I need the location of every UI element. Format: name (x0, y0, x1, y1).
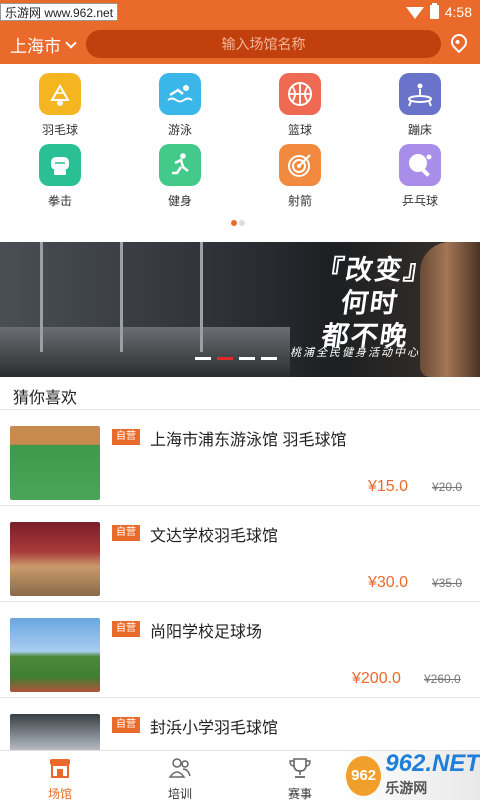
badminton-icon (39, 73, 81, 115)
site-watermark: 962 962.NET 乐游网 (342, 751, 480, 800)
category-label: 乒乓球 (401, 194, 438, 208)
training-icon (168, 758, 191, 778)
category-label: 射箭 (287, 194, 312, 208)
venue-price: ¥200.0 (352, 670, 401, 687)
category-label: 篮球 (287, 123, 312, 137)
top-bar: 上海市 输入场馆名称 (0, 24, 480, 64)
venue-price: ¥15.0 (368, 478, 409, 495)
venue-item[interactable]: 自营 上海市浦东游泳馆 羽毛球馆 ¥15.0 ¥20.0 (0, 410, 480, 506)
boxing-icon (39, 144, 81, 186)
category-archery[interactable]: 射箭 (240, 144, 360, 209)
watermark-logo: 962 (346, 755, 382, 796)
banner-dot (195, 357, 211, 360)
venue-thumbnail (10, 618, 100, 692)
basketball-icon (279, 73, 321, 115)
watermark-label: 乐游网 www.962.net (0, 3, 119, 21)
gym-pillar (40, 242, 43, 352)
category-label: 拳击 (47, 194, 72, 208)
tab-training[interactable]: 培训 (120, 751, 240, 800)
banner-title: 『改变』 何时 都不晚 (314, 255, 435, 352)
search-input[interactable]: 输入场馆名称 (86, 30, 441, 58)
tab-label: 场馆 (47, 787, 72, 800)
page-dot (239, 220, 245, 226)
battery-icon (429, 3, 439, 19)
category-boxing[interactable]: 拳击 (0, 144, 120, 209)
page-indicator (231, 220, 245, 226)
venue-icon (50, 759, 70, 778)
banner-dot (217, 357, 233, 360)
venue-price: ¥30.0 (368, 574, 409, 591)
venue-name: 上海市浦东游泳馆 羽毛球馆 (150, 432, 347, 449)
banner-subtitle: 桃浦全民健身活动中心 (290, 347, 420, 359)
self-operated-badge: 自营 (112, 717, 140, 733)
venue-item[interactable]: 自营 文达学校羽毛球馆 ¥30.0 ¥35.0 (0, 506, 480, 602)
category-table-tennis[interactable]: 乒乓球 (360, 144, 480, 209)
location-pin-icon[interactable] (447, 30, 471, 54)
chevron-down-icon (65, 36, 77, 49)
venue-name: 文达学校羽毛球馆 (150, 528, 279, 545)
status-icons: 4:58 (405, 0, 472, 24)
trophy-icon (289, 758, 311, 778)
category-label: 游泳 (167, 123, 192, 137)
venue-original-price: ¥260.0 (424, 672, 461, 686)
category-trampoline[interactable]: 蹦床 (360, 73, 480, 138)
gym-pillar (200, 242, 203, 352)
banner-dot (261, 357, 277, 360)
category-label: 健身 (167, 194, 192, 208)
category-label: 蹦床 (407, 123, 432, 137)
banner-dot (239, 357, 255, 360)
self-operated-badge: 自营 (112, 621, 140, 637)
venue-thumbnail (10, 426, 100, 500)
self-operated-badge: 自营 (112, 525, 140, 541)
watermark-text: 962.NET 乐游网 (385, 749, 480, 796)
venue-original-price: ¥20.0 (432, 480, 463, 494)
gym-pillar (120, 242, 123, 352)
venue-item[interactable]: 自营 尚阳学校足球场 ¥200.0 ¥260.0 (0, 602, 480, 698)
wifi-icon (405, 7, 424, 19)
status-bar: 乐游网 www.962.net 4:58 (0, 0, 480, 24)
trampoline-icon (399, 73, 441, 115)
category-label: 羽毛球 (41, 123, 78, 137)
swimming-icon (159, 73, 201, 115)
venue-original-price: ¥35.0 (432, 576, 463, 590)
city-label: 上海市 (10, 37, 61, 56)
gym-floor-graphic (0, 327, 290, 377)
venue-thumbnail (10, 714, 100, 754)
category-fitness[interactable]: 健身 (120, 144, 240, 209)
section-title: 猜你喜欢 (13, 390, 78, 407)
banner-indicator (195, 357, 277, 360)
category-badminton[interactable]: 羽毛球 (0, 73, 120, 138)
venue-thumbnail (10, 522, 100, 596)
tab-label: 培训 (167, 787, 192, 800)
category-swimming[interactable]: 游泳 (120, 73, 240, 138)
archery-icon (279, 144, 321, 186)
page-dot (231, 220, 237, 226)
status-time: 4:58 (444, 4, 472, 20)
city-selector[interactable]: 上海市 (10, 32, 77, 57)
venue-name: 尚阳学校足球场 (150, 624, 263, 641)
fitness-icon (159, 144, 201, 186)
category-basketball[interactable]: 篮球 (240, 73, 360, 138)
table-tennis-icon (399, 144, 441, 186)
tab-venue[interactable]: 场馆 (0, 751, 120, 800)
self-operated-badge: 自营 (112, 429, 140, 445)
venue-name: 封浜小学羽毛球馆 (150, 720, 279, 737)
